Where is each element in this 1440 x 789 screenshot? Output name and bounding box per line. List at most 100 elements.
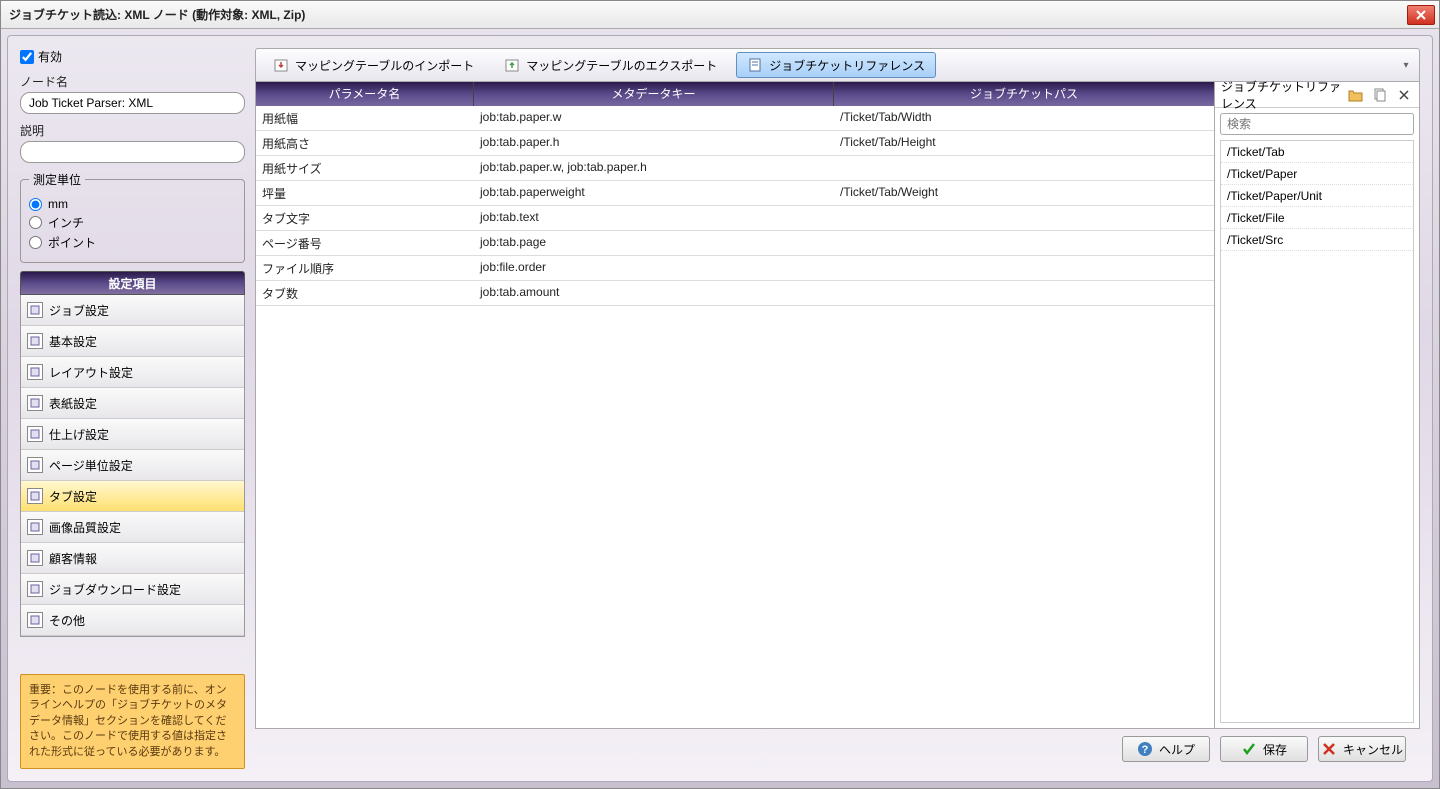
settings-item-label: レイアウト設定 (49, 364, 133, 381)
close-button[interactable] (1407, 5, 1435, 25)
export-mapping-button[interactable]: マッピングテーブルのエクスポート (493, 52, 728, 78)
cell-param: タブ文字 (256, 206, 474, 230)
reference-icon (747, 57, 763, 73)
copy-icon[interactable] (1371, 86, 1389, 104)
col-param: パラメータ名 (256, 82, 474, 106)
check-icon (1241, 741, 1257, 757)
footer: ? ヘルプ 保存 キャンセル (255, 729, 1420, 769)
reference-item[interactable]: /Ticket/Paper (1221, 163, 1413, 185)
cell-param: ページ番号 (256, 231, 474, 255)
unit-point-radio[interactable] (29, 236, 42, 249)
node-name-input[interactable] (20, 92, 245, 114)
cell-meta: job:tab.page (474, 231, 834, 255)
table-row[interactable]: 用紙高さjob:tab.paper.h/Ticket/Tab/Height (256, 131, 1214, 156)
reference-search-input[interactable] (1220, 113, 1414, 135)
table-row[interactable]: タブ文字job:tab.text (256, 206, 1214, 231)
reference-item[interactable]: /Ticket/Tab (1221, 141, 1413, 163)
finish-icon (27, 426, 43, 442)
close-panel-icon[interactable] (1395, 86, 1413, 104)
cancel-icon (1321, 741, 1337, 757)
cell-path (834, 231, 1214, 255)
cell-param: ファイル順序 (256, 256, 474, 280)
other-icon (27, 612, 43, 628)
reference-toggle-button[interactable]: ジョブチケットリファレンス (736, 52, 936, 78)
cell-meta: job:tab.amount (474, 281, 834, 305)
dialog-window: ジョブチケット読込: XML ノード (動作対象: XML, Zip) 有効 ノ… (0, 0, 1440, 789)
reference-list: /Ticket/Tab/Ticket/Paper/Ticket/Paper/Un… (1220, 140, 1414, 723)
unit-inch-row[interactable]: インチ (29, 214, 236, 231)
settings-item-label: 顧客情報 (49, 550, 97, 567)
cell-path (834, 156, 1214, 180)
settings-item-label: その他 (49, 612, 85, 629)
export-label: マッピングテーブルのエクスポート (526, 57, 717, 74)
help-button[interactable]: ? ヘルプ (1122, 736, 1210, 762)
table-body: 用紙幅job:tab.paper.w/Ticket/Tab/Width用紙高さj… (256, 106, 1214, 728)
unit-mm-row[interactable]: mm (29, 197, 236, 211)
cell-meta: job:tab.paper.h (474, 131, 834, 155)
cell-param: タブ数 (256, 281, 474, 305)
folder-open-icon[interactable] (1347, 86, 1365, 104)
settings-item-layout[interactable]: レイアウト設定 (21, 357, 244, 388)
left-panel: 有効 ノード名 説明 測定単位 mm インチ (20, 48, 245, 769)
window-title: ジョブチケット読込: XML ノード (動作対象: XML, Zip) (5, 6, 1407, 23)
settings-item-image[interactable]: 画像品質設定 (21, 512, 244, 543)
settings-item-cover[interactable]: 表紙設定 (21, 388, 244, 419)
basic-icon (27, 333, 43, 349)
settings-item-label: タブ設定 (49, 488, 97, 505)
unit-point-row[interactable]: ポイント (29, 234, 236, 251)
settings-item-download[interactable]: ジョブダウンロード設定 (21, 574, 244, 605)
settings-list: ジョブ設定基本設定レイアウト設定表紙設定仕上げ設定ページ単位設定タブ設定画像品質… (20, 295, 245, 637)
enabled-checkbox[interactable] (20, 50, 34, 64)
cell-path (834, 281, 1214, 305)
settings-item-tab[interactable]: タブ設定 (21, 481, 244, 512)
cell-meta: job:tab.paperweight (474, 181, 834, 205)
svg-text:?: ? (1142, 744, 1149, 756)
settings-item-other[interactable]: その他 (21, 605, 244, 636)
settings-header: 設定項目 (20, 271, 245, 295)
layout-icon (27, 364, 43, 380)
cell-path (834, 256, 1214, 280)
settings-item-finish[interactable]: 仕上げ設定 (21, 419, 244, 450)
enabled-label: 有効 (38, 48, 62, 65)
cell-param: 用紙サイズ (256, 156, 474, 180)
cell-path (834, 206, 1214, 230)
reference-item[interactable]: /Ticket/Paper/Unit (1221, 185, 1413, 207)
table-row[interactable]: ファイル順序job:file.order (256, 256, 1214, 281)
image-icon (27, 519, 43, 535)
description-label: 説明 (20, 122, 245, 139)
settings-item-customer[interactable]: 顧客情報 (21, 543, 244, 574)
toolbar-overflow-button[interactable]: ▾ (1399, 48, 1413, 82)
unit-mm-radio[interactable] (29, 198, 42, 211)
cell-param: 用紙幅 (256, 106, 474, 130)
enabled-checkbox-row[interactable]: 有効 (20, 48, 245, 65)
settings-item-label: 表紙設定 (49, 395, 97, 412)
cell-param: 坪量 (256, 181, 474, 205)
reference-item[interactable]: /Ticket/Src (1221, 229, 1413, 251)
table-row[interactable]: ページ番号job:tab.page (256, 231, 1214, 256)
description-input[interactable] (20, 141, 245, 163)
settings-item-basic[interactable]: 基本設定 (21, 326, 244, 357)
settings-item-page[interactable]: ページ単位設定 (21, 450, 244, 481)
tab-icon (27, 488, 43, 504)
table-header: パラメータ名 メタデータキー ジョブチケットパス (256, 82, 1214, 106)
cell-meta: job:tab.text (474, 206, 834, 230)
table-row[interactable]: 用紙サイズjob:tab.paper.w, job:tab.paper.h (256, 156, 1214, 181)
cancel-button[interactable]: キャンセル (1318, 736, 1406, 762)
export-icon (504, 57, 520, 73)
reference-label: ジョブチケットリファレンス (769, 57, 925, 74)
reference-item[interactable]: /Ticket/File (1221, 207, 1413, 229)
table-row[interactable]: タブ数job:tab.amount (256, 281, 1214, 306)
unit-inch-radio[interactable] (29, 216, 42, 229)
table-row[interactable]: 坪量job:tab.paperweight/Ticket/Tab/Weight (256, 181, 1214, 206)
right-panel: マッピングテーブルのインポート マッピングテーブルのエクスポート ジョブチケット… (255, 48, 1420, 769)
table-row[interactable]: 用紙幅job:tab.paper.w/Ticket/Tab/Width (256, 106, 1214, 131)
settings-item-job[interactable]: ジョブ設定 (21, 295, 244, 326)
node-name-label: ノード名 (20, 73, 245, 90)
cell-path: /Ticket/Tab/Width (834, 106, 1214, 130)
import-mapping-button[interactable]: マッピングテーブルのインポート (262, 52, 485, 78)
cancel-label: キャンセル (1343, 741, 1403, 758)
save-label: 保存 (1263, 741, 1287, 758)
save-button[interactable]: 保存 (1220, 736, 1308, 762)
notice-box: 重要：このノードを使用する前に、オンラインヘルプの「ジョブチケットのメタデータ情… (20, 674, 245, 769)
mapping-table: パラメータ名 メタデータキー ジョブチケットパス 用紙幅job:tab.pape… (255, 82, 1215, 729)
